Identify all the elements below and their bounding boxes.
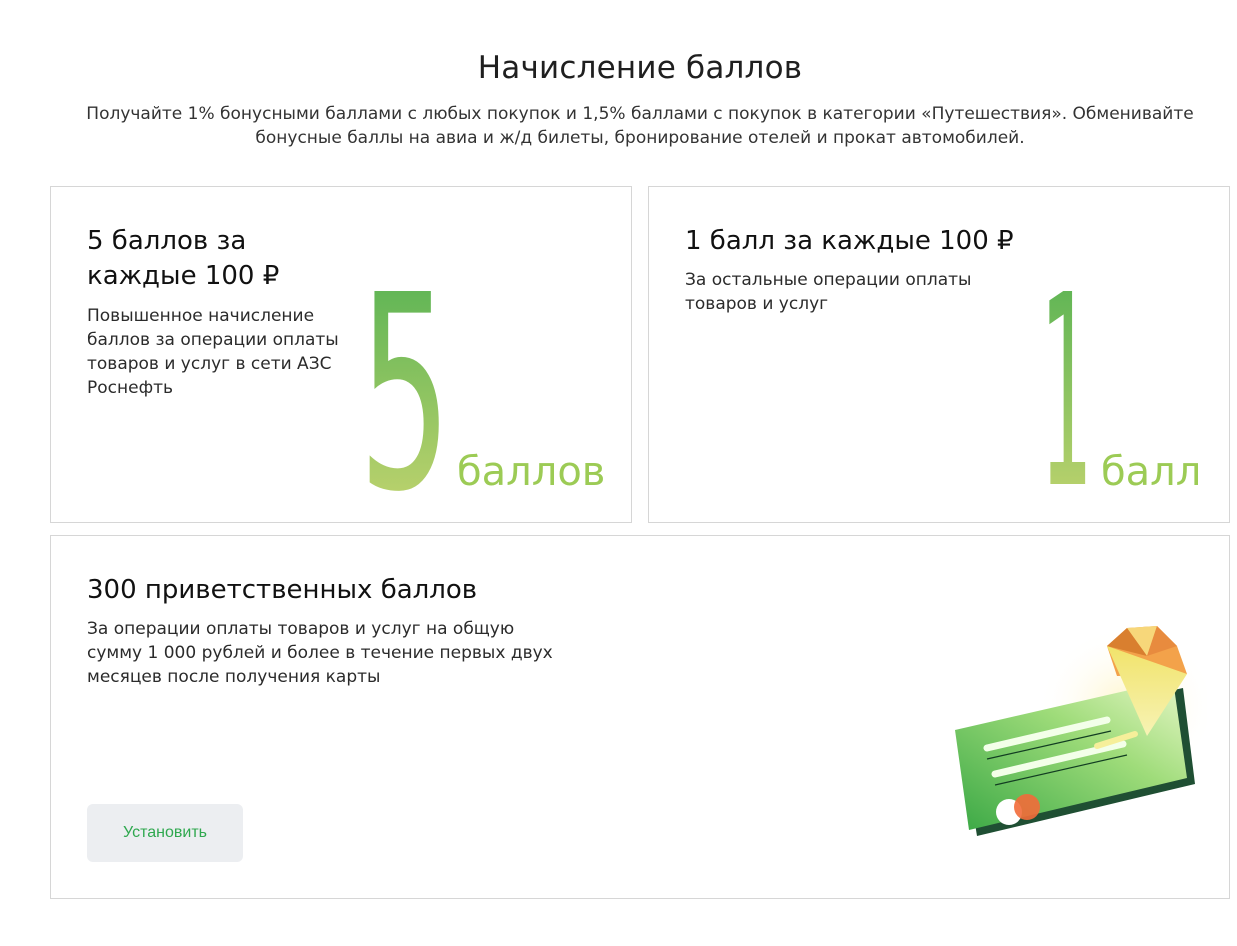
card-title: 300 приветственных баллов (87, 575, 478, 605)
card-regular-points: 1 балл за каждые 100 ₽ За остальные опер… (648, 186, 1230, 523)
bank-card-with-gem-icon (955, 626, 1207, 836)
unit-label: баллов (457, 449, 606, 495)
card-description: За операции оплаты товаров и услуг на об… (87, 619, 553, 687)
big-digit-text: 5 (359, 291, 451, 491)
install-button[interactable]: Установить (87, 804, 243, 862)
card-title: 5 баллов за каждые 100 ₽ (87, 226, 280, 291)
big-digit-one: 1 (1039, 291, 1091, 487)
card-description: За остальные операции оплаты товаров и у… (685, 270, 972, 314)
big-digit-five: 5 (359, 291, 451, 491)
card-welcome-points: 300 приветственных баллов За операции оп… (50, 535, 1230, 899)
big-digit-text: 1 (1039, 291, 1091, 487)
page-title: Начисление баллов (477, 50, 803, 86)
page-subtitle: Получайте 1% бонусными баллами с любых п… (86, 104, 1194, 148)
unit-label: балл (1101, 449, 1202, 495)
card-fuel-points: 5 баллов за каждые 100 ₽ Повышенное начи… (50, 186, 632, 523)
card-description: Повышенное начисление баллов за операции… (87, 306, 339, 398)
card-title: 1 балл за каждые 100 ₽ (685, 226, 1014, 256)
